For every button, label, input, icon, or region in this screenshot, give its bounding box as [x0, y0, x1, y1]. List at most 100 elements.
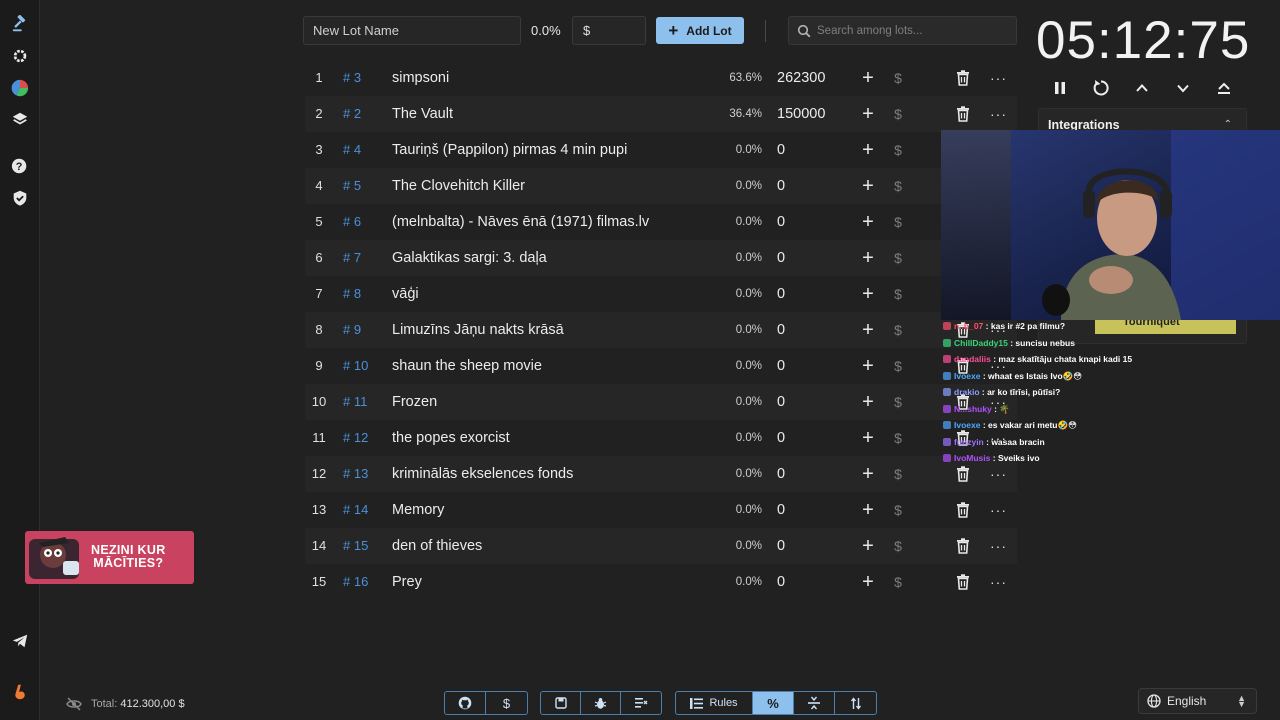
chevron-up-icon[interactable]: ⌃ [1224, 119, 1232, 130]
reset-icon[interactable] [1091, 78, 1111, 98]
add-amount-button[interactable]: + [859, 168, 877, 204]
set-amount-button[interactable]: $ [892, 240, 904, 276]
lot-amount[interactable]: 0 [777, 456, 785, 492]
set-amount-button[interactable]: $ [892, 420, 904, 456]
lot-name[interactable]: the popes exorcist [392, 420, 510, 456]
lot-name[interactable]: Prey [392, 564, 422, 600]
telegram-icon[interactable] [10, 631, 30, 651]
lot-row[interactable]: 10 # 11 Frozen 0.0% 0 + $ ··· [305, 384, 1017, 420]
lot-row[interactable]: 3 # 4 Tauriņš (Pappilon) pirmas 4 min pupi… [305, 132, 1017, 168]
lot-amount[interactable]: 0 [777, 168, 785, 204]
search-input[interactable] [817, 24, 1007, 37]
lot-amount[interactable]: 0 [777, 240, 785, 276]
lot-amount[interactable]: 0 [777, 420, 785, 456]
set-amount-button[interactable]: $ [892, 456, 904, 492]
lot-name[interactable]: simpsoni [392, 60, 449, 96]
add-amount-button[interactable]: + [859, 96, 877, 132]
lot-row[interactable]: 12 # 13 kriminālās ekselences fonds 0.0% 0 + $… [305, 456, 1017, 492]
eye-off-icon[interactable] [66, 697, 82, 711]
add-amount-button[interactable]: + [859, 276, 877, 312]
add-lot-button[interactable]: + Add Lot [656, 17, 744, 44]
lot-row[interactable]: 14 # 15 den of thieves 0.0% 0 + $ ··· [305, 528, 1017, 564]
trash-icon[interactable] [956, 106, 970, 122]
lot-name[interactable]: Frozen [392, 384, 437, 420]
shield-icon[interactable] [10, 188, 30, 208]
lot-row[interactable]: 11 # 12 the popes exorcist 0.0% 0 + $ ··· [305, 420, 1017, 456]
lot-row[interactable]: 1 # 3 simpsoni 63.6% 262300 + $ ··· [305, 60, 1017, 96]
eject-icon[interactable] [1214, 78, 1234, 98]
more-options-button[interactable]: ··· [990, 60, 1006, 96]
new-lot-amount-input[interactable] [572, 16, 646, 45]
lot-row[interactable]: 6# 7Galaktikas sargi: 3. daļa0.0%0+$··· [305, 240, 1017, 276]
set-amount-button[interactable]: $ [892, 276, 904, 312]
sort-button[interactable] [835, 692, 876, 714]
set-amount-button[interactable]: $ [892, 60, 904, 96]
search-box[interactable] [788, 16, 1017, 45]
lot-name[interactable]: vāģi [392, 276, 419, 312]
chevron-up-icon[interactable] [1132, 78, 1152, 98]
more-options-button[interactable]: ··· [990, 528, 1006, 564]
add-amount-button[interactable]: + [859, 204, 877, 240]
lot-row[interactable]: 15 # 16 Prey 0.0% 0 + $ ··· [305, 564, 1017, 600]
lot-row[interactable]: 13 # 14 Memory 0.0% 0 + $ ··· [305, 492, 1017, 528]
set-amount-button[interactable]: $ [892, 528, 904, 564]
trash-icon[interactable] [956, 538, 970, 554]
lot-row[interactable]: 5 # 6 (melnbalta) - Nāves ēnā (1971) filma… [305, 204, 1017, 240]
set-amount-button[interactable]: $ [892, 204, 904, 240]
set-amount-button[interactable]: $ [892, 564, 904, 600]
lot-amount[interactable]: 150000 [777, 96, 825, 132]
lot-name[interactable]: Memory [392, 492, 444, 528]
lot-name[interactable]: Tauriņš (Pappilon) pirmas 4 min pupi [392, 132, 627, 168]
compact-view-button[interactable] [794, 692, 835, 714]
clear-all-button[interactable] [621, 692, 661, 714]
lot-name[interactable]: shaun the sheep movie [392, 348, 542, 384]
layers-icon[interactable] [10, 109, 30, 129]
lot-amount[interactable]: 0 [777, 564, 785, 600]
set-amount-button[interactable]: $ [892, 312, 904, 348]
trash-icon[interactable] [956, 502, 970, 518]
more-options-button[interactable]: ··· [990, 492, 1006, 528]
lot-name[interactable]: kriminālās ekselences fonds [392, 456, 573, 492]
lot-amount[interactable]: 0 [777, 276, 785, 312]
lot-amount[interactable]: 0 [777, 384, 785, 420]
add-amount-button[interactable]: + [859, 492, 877, 528]
help-icon[interactable]: ? [10, 156, 30, 176]
save-button[interactable] [541, 692, 581, 714]
add-amount-button[interactable]: + [859, 132, 877, 168]
set-amount-button[interactable]: $ [892, 168, 904, 204]
chevron-down-icon[interactable] [1173, 78, 1193, 98]
lot-row[interactable]: 2 # 2 The Vault 36.4% 150000 + $ ··· [305, 96, 1017, 132]
lot-row[interactable]: 9 # 10 shaun the sheep movie 0.0% 0 + $ ··· [305, 348, 1017, 384]
boosty-icon[interactable] [10, 682, 30, 702]
trash-icon[interactable] [956, 70, 970, 86]
lot-amount[interactable]: 262300 [777, 60, 825, 96]
lot-name[interactable]: den of thieves [392, 528, 482, 564]
lot-amount[interactable]: 0 [777, 492, 785, 528]
add-amount-button[interactable]: + [859, 348, 877, 384]
language-select[interactable]: English ▲ ▼ [1138, 688, 1257, 714]
rules-button[interactable]: Rules [676, 692, 753, 714]
add-amount-button[interactable]: + [859, 384, 877, 420]
add-amount-button[interactable]: + [859, 240, 877, 276]
new-lot-name-input[interactable] [303, 16, 521, 45]
bug-report-button[interactable] [581, 692, 621, 714]
lot-amount[interactable]: 0 [777, 348, 785, 384]
lot-name[interactable]: Limuzīns Jāņu nakts krāsā [392, 312, 564, 348]
lot-row[interactable]: 7# 8vāģi0.0%0+$··· [305, 276, 1017, 312]
set-amount-button[interactable]: $ [892, 492, 904, 528]
lot-name[interactable]: The Vault [392, 96, 453, 132]
donate-button[interactable]: $ [486, 692, 527, 714]
pie-chart-icon[interactable] [10, 78, 30, 98]
trash-icon[interactable] [956, 466, 970, 482]
lot-amount[interactable]: 0 [777, 204, 785, 240]
add-amount-button[interactable]: + [859, 528, 877, 564]
more-options-button[interactable]: ··· [990, 96, 1006, 132]
lot-amount[interactable]: 0 [777, 312, 785, 348]
add-amount-button[interactable]: + [859, 420, 877, 456]
percent-toggle-button[interactable]: % [753, 692, 794, 714]
pause-icon[interactable] [1050, 78, 1070, 98]
lot-name[interactable]: The Clovehitch Killer [392, 168, 525, 204]
github-button[interactable] [445, 692, 486, 714]
lot-row[interactable]: 8 # 9 Limuzīns Jāņu nakts krāsā 0.0% 0 + $ ··· [305, 312, 1017, 348]
gear-icon[interactable] [10, 46, 30, 66]
